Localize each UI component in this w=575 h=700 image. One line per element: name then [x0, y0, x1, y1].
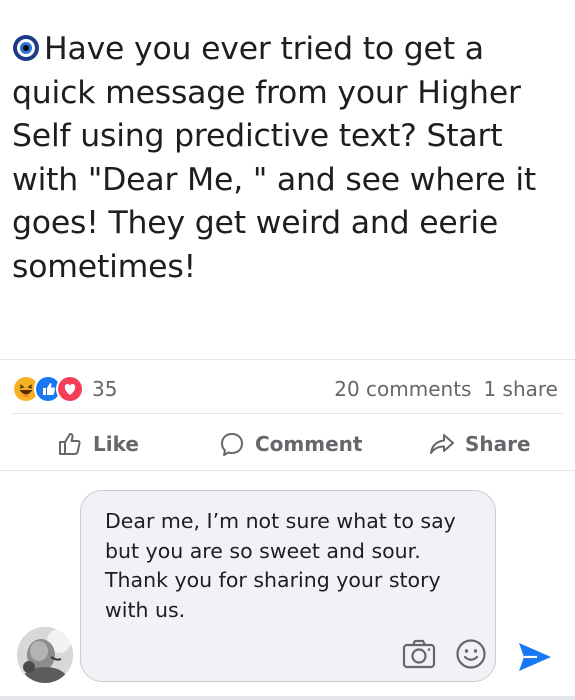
- camera-icon[interactable]: [402, 639, 436, 669]
- comment-bubble-icon: [221, 433, 243, 456]
- post-actions-bar: Like Comment Share: [0, 424, 575, 464]
- thumbs-up-icon: [59, 433, 81, 455]
- like-label: Like: [93, 432, 139, 456]
- post-text-block: Have you ever tried to get a quick messa…: [12, 28, 567, 289]
- emoji-icon[interactable]: [455, 638, 487, 670]
- bottom-edge: [0, 696, 575, 700]
- comment-button[interactable]: Comment: [219, 424, 362, 464]
- reaction-count: 35: [92, 377, 118, 401]
- divider: [0, 470, 575, 471]
- reactions-summary[interactable]: 35: [12, 372, 117, 406]
- shares-count-link[interactable]: 1 share: [483, 377, 558, 401]
- avatar-photo: [17, 627, 73, 683]
- engagement-meta: 20 comments 1 share: [334, 377, 558, 401]
- share-label: Share: [465, 432, 531, 456]
- divider: [12, 413, 563, 414]
- reaction-icons: [12, 375, 84, 403]
- user-avatar[interactable]: [17, 627, 73, 683]
- share-button[interactable]: Share: [429, 424, 531, 464]
- comment-input-text[interactable]: Dear me, I’m not sure what to say but yo…: [105, 507, 485, 625]
- post-text: Have you ever tried to get a quick messa…: [12, 31, 537, 285]
- comments-count-link[interactable]: 20 comments: [334, 377, 471, 401]
- like-button[interactable]: Like: [57, 424, 139, 464]
- comment-input-box[interactable]: Dear me, I’m not sure what to say but yo…: [80, 490, 496, 682]
- comment-label: Comment: [255, 432, 363, 456]
- love-reaction-icon: [56, 375, 84, 403]
- share-arrow-icon: [430, 434, 454, 454]
- divider: [0, 359, 575, 360]
- evil-eye-icon: [13, 35, 39, 61]
- send-icon[interactable]: [517, 640, 553, 674]
